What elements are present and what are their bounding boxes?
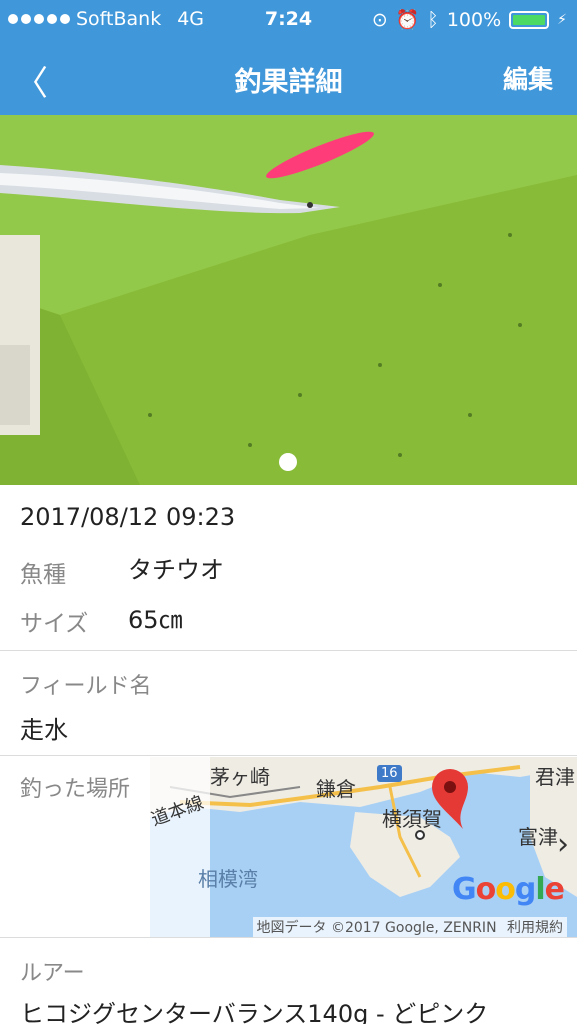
map-place-sagami-bay: 相模湾 (198, 867, 258, 891)
map-attribution: 地図データ ©2017 Google, ZENRIN 利用規約 (252, 917, 567, 937)
lure-value: ヒコジグセンターバランス140g - どピンク (20, 1000, 489, 1024)
battery-icon (509, 10, 550, 29)
map-credit-text: 地図データ ©2017 Google, ZENRIN (256, 920, 497, 936)
charging-icon: ⚡ (557, 11, 567, 28)
map-terms-link[interactable]: 利用規約 (507, 920, 563, 936)
divider (0, 937, 577, 938)
catch-datetime: 2017/08/12 09:23 (20, 503, 236, 531)
catch-photo-image (0, 115, 577, 485)
size-value: 65㎝ (128, 606, 183, 634)
field-name-label: フィールド名 (20, 674, 152, 699)
battery-percent: 100% (446, 8, 502, 31)
size-label: サイズ (20, 611, 89, 637)
fish-species-label: 魚種 (20, 562, 66, 588)
chevron-right-icon[interactable]: › (557, 827, 569, 862)
alarm-icon: ⏰ (395, 9, 420, 31)
page-title: 釣果詳細 (234, 67, 343, 98)
fish-species-value: タチウオ (128, 556, 224, 584)
status-right: ⊙ ⏰ ᛒ 100% ⚡ (371, 8, 567, 32)
catch-location-label: 釣った場所 (20, 777, 131, 802)
location-map[interactable]: 釣った場所 茅ヶ崎 鎌倉 横須賀 相模湾 富津 君津 道本線 16 Google… (0, 757, 577, 937)
divider (0, 650, 577, 651)
catch-photo[interactable] (0, 115, 577, 485)
google-logo: Google (452, 872, 565, 907)
status-bar: SoftBank 4G 7:24 ⊙ ⏰ ᛒ 100% ⚡ (0, 0, 577, 40)
map-place-kimitsu: 君津 (535, 765, 575, 789)
page-indicator-dot[interactable] (279, 453, 297, 471)
navigation-bar: 〈 釣果詳細 編集 (0, 40, 577, 115)
rotation-lock-icon: ⊙ (371, 8, 388, 31)
divider (0, 755, 577, 756)
map-route-shield: 16 (377, 765, 402, 782)
lure-label: ルアー (20, 961, 85, 986)
map-place-yokosuka: 横須賀 (382, 807, 442, 831)
field-name-value: 走水 (20, 716, 68, 744)
map-place-kamakura: 鎌倉 (316, 777, 356, 801)
map-place-tomitsu: 富津 (518, 825, 558, 849)
map-place-chigasaki: 茅ヶ崎 (210, 765, 270, 789)
bluetooth-icon: ᛒ (427, 8, 439, 31)
edit-button[interactable]: 編集 (503, 60, 553, 96)
